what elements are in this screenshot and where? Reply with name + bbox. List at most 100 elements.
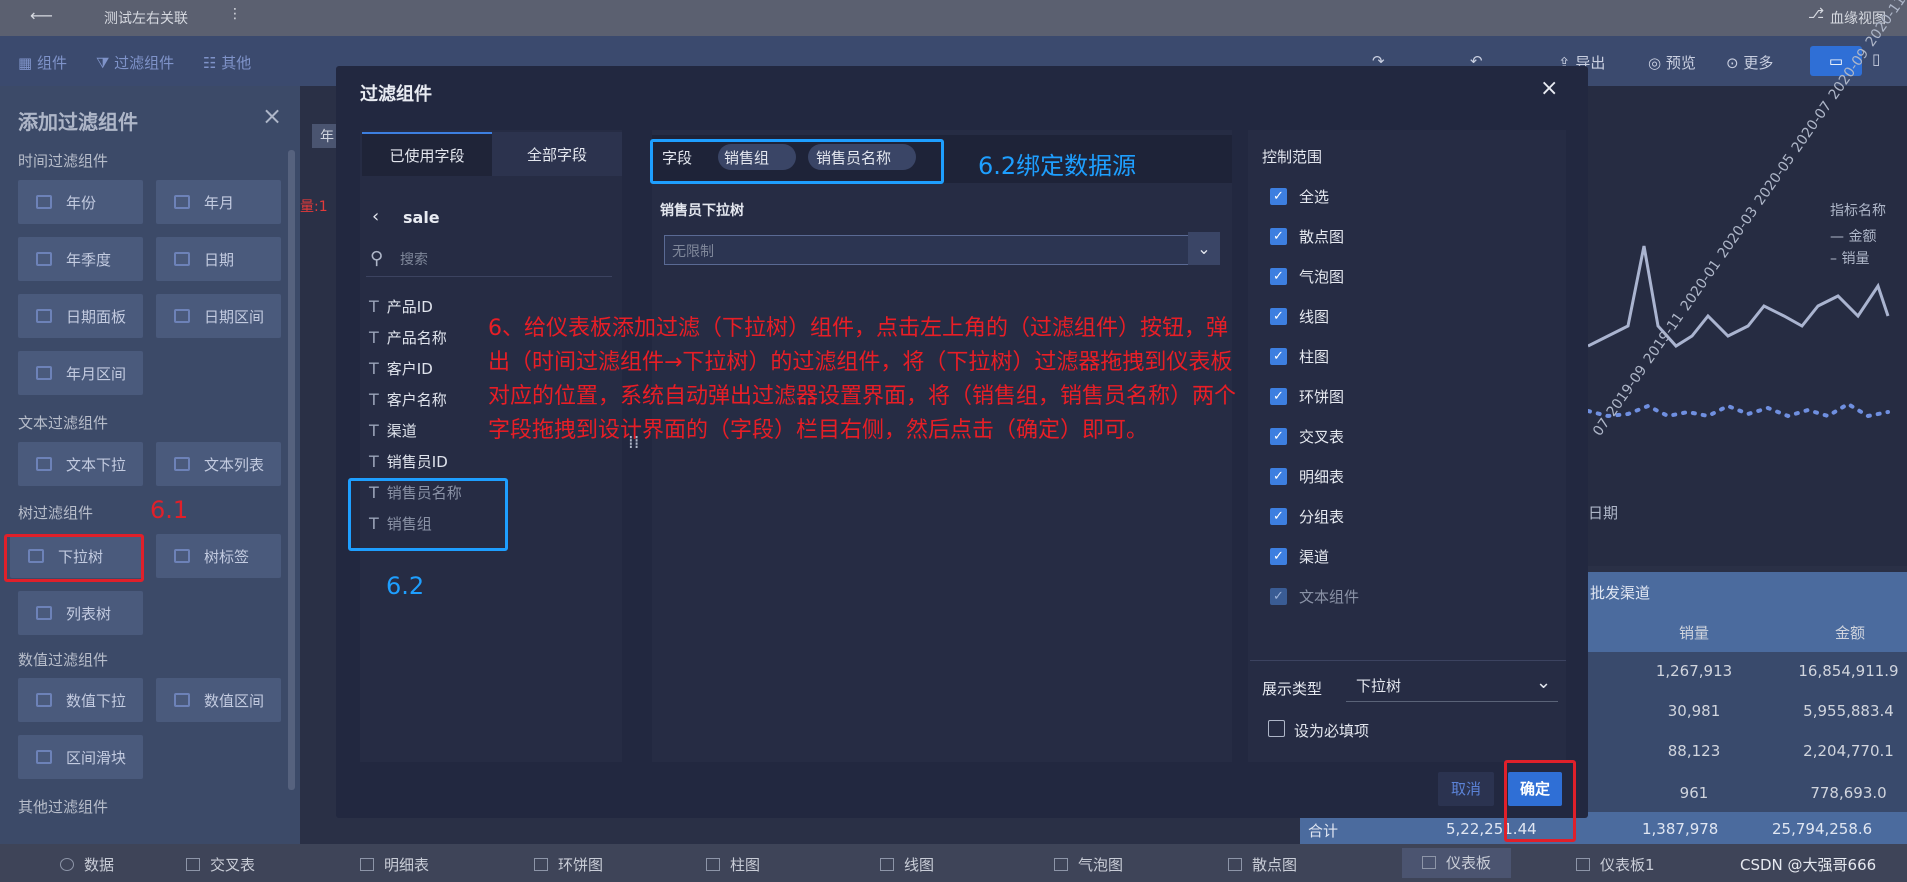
field-item[interactable]: T 客户ID xyxy=(369,358,433,379)
text-type-icon: T xyxy=(369,328,379,347)
list-tree-filter-button[interactable]: 列表树 xyxy=(18,591,143,635)
filter-component-menu[interactable]: ⧩ 过滤组件 xyxy=(96,52,174,73)
text-type-icon: T xyxy=(369,297,379,316)
checkbox-checked-icon: ✓ xyxy=(1270,468,1287,485)
tab-pie[interactable]: 环饼图 xyxy=(534,854,603,875)
tab-label: 全部字段 xyxy=(526,145,587,164)
scope-label: 散点图 xyxy=(1299,228,1345,246)
chart-icon xyxy=(706,858,720,871)
text-dropdown-filter-button[interactable]: 文本下拉 xyxy=(18,442,143,486)
scope-checkbox[interactable]: ✓ 柱图 xyxy=(1270,346,1329,367)
total-amount: 25,794,258.6 xyxy=(1772,820,1873,838)
required-checkbox[interactable] xyxy=(1268,720,1285,737)
highlight-dropdown-tree xyxy=(4,534,144,582)
scope-checkbox[interactable]: ✓ 明细表 xyxy=(1270,466,1344,487)
tab-crosstab[interactable]: 交叉表 xyxy=(186,854,255,875)
year-month-range-filter-button[interactable]: 年月区间 xyxy=(18,351,143,395)
date-range-filter-button[interactable]: 日期区间 xyxy=(156,294,281,338)
field-item[interactable]: T 产品ID xyxy=(369,296,433,317)
tab-detail-table[interactable]: 明细表 xyxy=(360,854,429,875)
step-6-1-annotation: 6.1 xyxy=(150,496,189,524)
field-item[interactable]: T 渠道 xyxy=(369,420,417,441)
preview-button[interactable]: ◎ 预览 xyxy=(1648,52,1696,73)
component-menu[interactable]: ▦ 组件 xyxy=(18,52,67,73)
line-chart-area xyxy=(1586,86,1907,566)
search-input[interactable]: 搜索 xyxy=(400,249,428,269)
tree-icon xyxy=(36,606,52,620)
panel-scrollbar[interactable] xyxy=(288,150,295,790)
scope-label: 柱图 xyxy=(1299,348,1330,366)
field-label: 客户ID xyxy=(386,360,433,378)
tab-data[interactable]: 数据 xyxy=(60,854,114,875)
year-filter-button[interactable]: 年份 xyxy=(18,180,143,224)
tab-label: 环饼图 xyxy=(558,856,604,874)
section-time: 时间过滤组件 xyxy=(18,152,109,170)
field-item[interactable]: T 客户名称 xyxy=(369,389,447,410)
step-6-2-annotation: 6.2 xyxy=(386,572,425,600)
scope-checkbox[interactable]: ✓ 全选 xyxy=(1270,186,1329,207)
btn-label: 年月 xyxy=(204,193,235,212)
display-type-label: 展示类型 xyxy=(1262,680,1323,698)
text-list-filter-button[interactable]: 文本列表 xyxy=(156,442,281,486)
date-panel-filter-button[interactable]: 日期面板 xyxy=(18,294,143,338)
range-slider-filter-button[interactable]: 区间滑块 xyxy=(18,735,143,779)
lineage-icon[interactable]: ⎇ xyxy=(1808,6,1824,22)
tree-dropdown[interactable] xyxy=(664,235,1220,265)
more-menu-icon[interactable]: ⋮ xyxy=(228,6,242,22)
chevron-down-icon[interactable]: ⌄ xyxy=(1536,672,1551,693)
table-cell: 30,981 xyxy=(1667,702,1721,720)
tab-scatter[interactable]: 散点图 xyxy=(1228,854,1297,875)
chevron-down-icon[interactable]: ⌄ xyxy=(1188,232,1220,265)
more-button[interactable]: ⊙ 更多 xyxy=(1726,52,1773,73)
tab-used-fields[interactable]: 已使用字段 xyxy=(362,132,492,176)
tab-all-fields[interactable]: 全部字段 xyxy=(492,132,622,176)
table-cell: 2,204,770.1 xyxy=(1803,742,1894,760)
btn-label: 日期区间 xyxy=(204,307,265,326)
page-title: 测试左右关联 xyxy=(104,11,188,27)
field-item[interactable]: T 产品名称 xyxy=(369,327,447,348)
tab-label: 已使用字段 xyxy=(389,146,465,165)
tab-dashboard1[interactable]: 仪表板1 xyxy=(1576,854,1655,875)
panel-close-icon[interactable]: × xyxy=(262,102,282,130)
btn-label: 年季度 xyxy=(66,250,112,269)
dialog-close-icon[interactable]: × xyxy=(1540,76,1558,101)
number-range-filter-button[interactable]: 数值区间 xyxy=(156,678,281,722)
tab-label: 交叉表 xyxy=(210,856,256,874)
control-scope-title: 控制范围 xyxy=(1262,148,1323,166)
other-menu[interactable]: ☷ 其他 xyxy=(203,52,251,73)
back-chevron-icon[interactable]: ‹ xyxy=(372,206,379,227)
tab-bubble[interactable]: 气泡图 xyxy=(1054,854,1123,875)
scope-checkbox[interactable]: ✓ 环饼图 xyxy=(1270,386,1344,407)
table-cell: 1,267,913 xyxy=(1655,662,1733,680)
table-cell: 778,693.0 xyxy=(1810,784,1887,802)
scope-checkbox[interactable]: ✓ 气泡图 xyxy=(1270,266,1344,287)
scope-checkbox[interactable]: ✓ 散点图 xyxy=(1270,226,1344,247)
code-icon xyxy=(174,693,190,707)
year-month-filter-button[interactable]: 年月 xyxy=(156,180,281,224)
btn-label: 数值区间 xyxy=(204,691,265,710)
tab-line[interactable]: 线图 xyxy=(880,854,934,875)
tab-dashboard[interactable]: 仪表板 xyxy=(1402,848,1512,878)
field-item[interactable]: T 销售员ID xyxy=(369,451,448,472)
section-number: 数值过滤组件 xyxy=(18,651,109,669)
tree-tag-filter-button[interactable]: 树标签 xyxy=(156,534,281,578)
cancel-button[interactable]: 取消 xyxy=(1438,772,1494,806)
tab-bar[interactable]: 柱图 xyxy=(706,854,760,875)
scope-checkbox[interactable]: ✓ 交叉表 xyxy=(1270,426,1344,447)
required-label: 设为必填项 xyxy=(1294,722,1370,740)
year-quarter-filter-button[interactable]: 年季度 xyxy=(18,237,143,281)
field-label: 产品名称 xyxy=(386,329,447,347)
scope-checkbox[interactable]: ✓ 线图 xyxy=(1270,306,1329,327)
text-type-icon: T xyxy=(369,359,379,378)
number-dropdown-filter-button[interactable]: 数值下拉 xyxy=(18,678,143,722)
scope-label: 交叉表 xyxy=(1299,428,1345,446)
date-filter-button[interactable]: 日期 xyxy=(156,237,281,281)
scope-checkbox[interactable]: ✓ 渠道 xyxy=(1270,546,1329,567)
scope-checkbox[interactable]: ✓ 分组表 xyxy=(1270,506,1344,527)
table-icon xyxy=(186,858,200,871)
chart-icon xyxy=(880,858,894,871)
scope-checkbox-disabled: ✓ 文本组件 xyxy=(1270,586,1359,607)
panel-title: 添加过滤组件 xyxy=(18,110,138,134)
btn-label: 文本下拉 xyxy=(66,455,127,474)
back-icon[interactable]: ⟵ xyxy=(30,6,53,25)
